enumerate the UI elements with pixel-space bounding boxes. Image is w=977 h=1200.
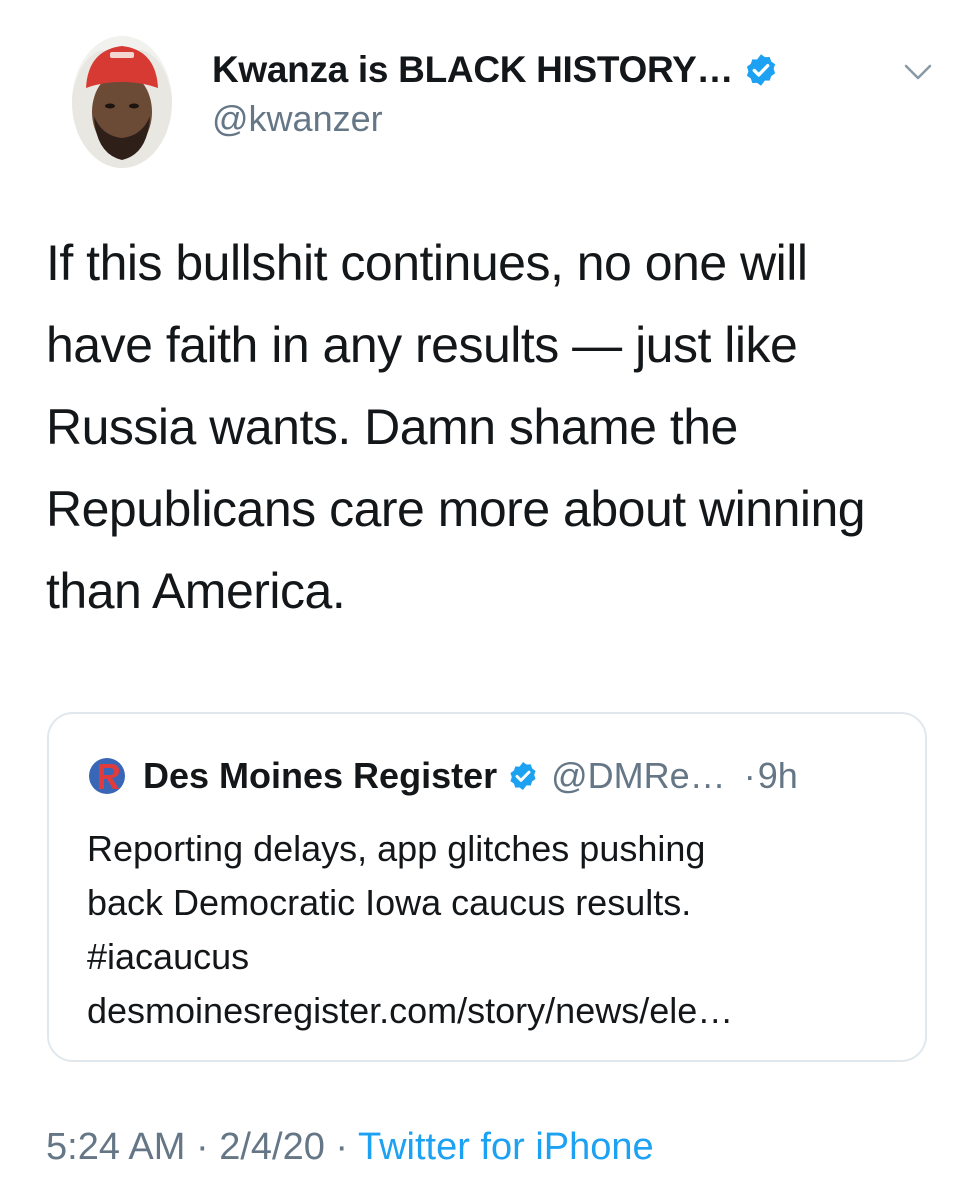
quoted-tweet[interactable]: Des Moines Register @DMRe… · 9h Reportin… xyxy=(47,712,927,1062)
verified-badge-icon xyxy=(747,54,776,86)
quoted-tweet-header: Des Moines Register @DMRe… · 9h xyxy=(87,754,798,798)
quoted-handle[interactable]: @DMRe… xyxy=(551,755,726,797)
des-moines-register-logo-icon xyxy=(89,758,125,794)
avatar-image xyxy=(72,36,172,168)
separator-dot: · xyxy=(324,1126,358,1168)
tweet-metadata: 5:24 AM · 2/4/20 · Twitter for iPhone xyxy=(46,1126,654,1169)
chevron-down-icon[interactable] xyxy=(902,60,934,84)
tweet: Kwanza is BLACK HISTORY… @kwanzer If thi… xyxy=(0,0,977,1200)
tweet-source-link[interactable]: Twitter for iPhone xyxy=(358,1126,654,1168)
author-block[interactable]: Kwanza is BLACK HISTORY… @kwanzer xyxy=(212,46,779,140)
separator-dot: · xyxy=(185,1126,220,1168)
quoted-hashtag[interactable]: #iacaucus xyxy=(87,930,907,984)
quoted-link[interactable]: desmoinesregister.com/story/news/ele… xyxy=(87,984,907,1038)
display-name[interactable]: Kwanza is BLACK HISTORY… xyxy=(212,49,733,91)
quoted-display-name[interactable]: Des Moines Register xyxy=(143,755,497,797)
quoted-text-line: back Democratic Iowa caucus results. xyxy=(87,882,692,923)
tweet-time: 5:24 AM xyxy=(46,1126,186,1168)
tweet-text: If this bullshit continues, no one will … xyxy=(46,235,866,619)
quoted-timestamp: 9h xyxy=(757,755,798,796)
avatar[interactable] xyxy=(72,36,172,168)
display-name-row: Kwanza is BLACK HISTORY… xyxy=(212,46,779,94)
handle[interactable]: @kwanzer xyxy=(212,98,779,140)
separator-dot: · xyxy=(743,755,756,796)
quoted-text-line: Reporting delays, app glitches pushing xyxy=(87,828,706,869)
quoted-tweet-text: Reporting delays, app glitches pushing b… xyxy=(87,822,907,1038)
tweet-date: 2/4/20 xyxy=(219,1126,325,1168)
verified-badge-icon xyxy=(510,762,536,790)
